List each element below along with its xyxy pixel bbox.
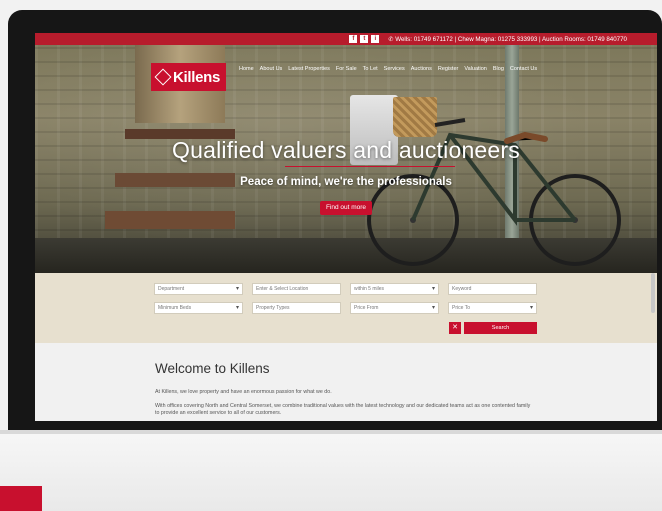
hero-subtitle: Peace of mind, we're the professionals [240,176,452,188]
nav-contact-us[interactable]: Contact Us [510,66,537,72]
price-to-select[interactable]: Price To [448,302,537,314]
main-nav: Home About Us Latest Properties For Sale… [239,66,537,72]
department-select[interactable]: Department [154,283,243,295]
nav-about-us[interactable]: About Us [260,66,283,72]
facebook-icon[interactable]: f [349,35,358,43]
phone-icon: ✆ [388,35,394,43]
location-input[interactable]: Enter & Select Location [252,283,341,295]
nav-home[interactable]: Home [239,66,254,72]
instagram-icon[interactable]: i [371,35,380,43]
property-types-input[interactable]: Property Types [252,302,341,314]
welcome-section: Welcome to Killens At Killens, we love p… [35,343,657,421]
laptop-hinge [0,430,662,434]
hero-banner: f t i ✆ Wells: 01749 671172 | Chew Magna… [35,33,657,273]
nav-valuation[interactable]: Valuation [464,66,487,72]
keyword-input[interactable]: Keyword [448,283,537,295]
search-button[interactable]: Search [464,322,537,334]
price-from-select[interactable]: Price From [350,302,439,314]
site-logo[interactable]: Killens [151,63,226,91]
minimum-beds-select[interactable]: Minimum Beds [154,302,243,314]
laptop-frame: f t i ✆ Wells: 01749 671172 | Chew Magna… [8,10,662,430]
property-search-panel [35,273,657,343]
nav-latest-properties[interactable]: Latest Properties [288,66,330,72]
radius-select[interactable]: within 5 miles [350,283,439,295]
laptop-base [0,430,662,511]
nav-for-sale[interactable]: For Sale [336,66,357,72]
hero-divider [285,166,455,167]
logo-mark-icon [154,68,172,86]
hero-photo-step [105,211,235,229]
page-scrollbar[interactable] [651,273,655,313]
browser-viewport: f t i ✆ Wells: 01749 671172 | Chew Magna… [35,33,657,421]
nav-to-let[interactable]: To Let [363,66,378,72]
twitter-icon[interactable]: t [360,35,369,43]
phone-numbers: ✆ Wells: 01749 671172 | Chew Magna: 0127… [388,36,627,43]
clear-search-button[interactable]: ✕ [449,322,461,334]
nav-register[interactable]: Register [438,66,458,72]
nav-blog[interactable]: Blog [493,66,504,72]
find-out-more-button[interactable]: Find out more [320,201,372,215]
welcome-body-text: With offices covering North and Central … [155,403,531,416]
welcome-intro-text: At Killens, we love property and have an… [155,389,332,395]
corner-accent [0,486,42,511]
welcome-heading: Welcome to Killens [155,361,270,376]
logo-text: Killens [173,68,221,86]
hero-title: Qualified valuers and auctioneers [172,137,520,163]
hero-photo-bicycle [367,118,621,266]
top-contact-bar: f t i ✆ Wells: 01749 671172 | Chew Magna… [35,33,657,45]
nav-auctions[interactable]: Auctions [411,66,432,72]
nav-services[interactable]: Services [384,66,405,72]
contacts-text[interactable]: Wells: 01749 671172 | Chew Magna: 01275 … [395,36,627,43]
